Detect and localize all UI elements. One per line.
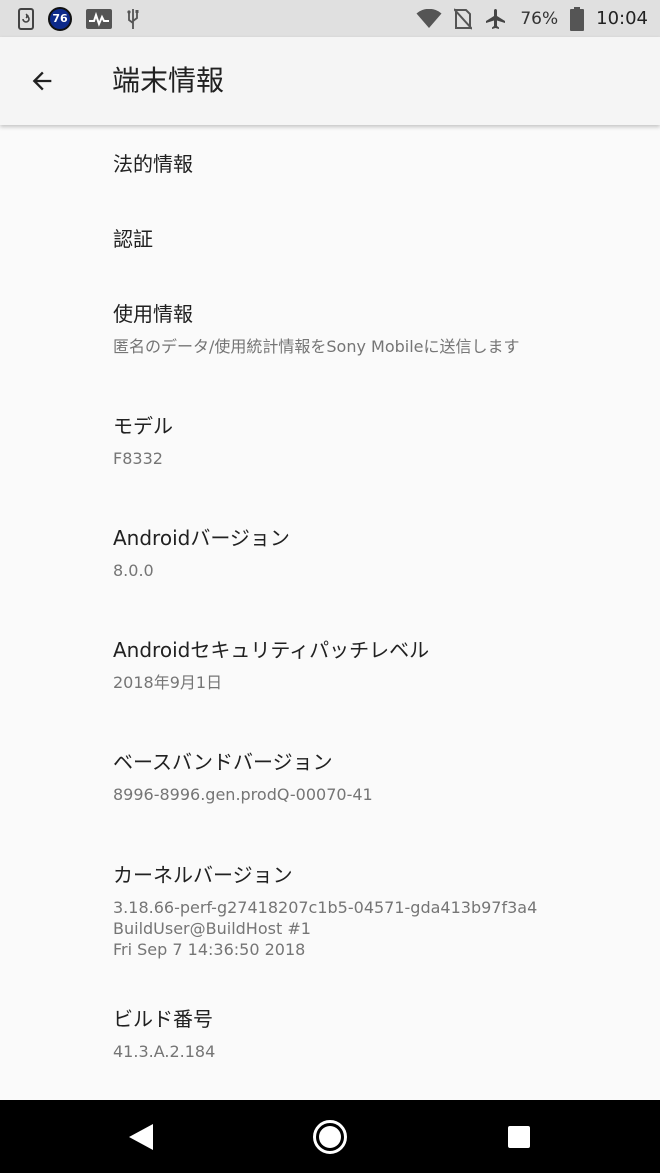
list-item-title: モデル (113, 414, 173, 438)
list-item-security-patch[interactable]: Androidセキュリティパッチレベル 2018年9月1日 (113, 637, 640, 693)
page-title: 端末情報 (112, 64, 225, 97)
list-item-summary: 匿名のデータ/使用統計情報をSony Mobileに送信します (113, 337, 520, 356)
kernel-build-date-line: Fri Sep 7 14:36:50 2018 (113, 940, 306, 959)
notification-badge-icon: 76 (48, 6, 72, 31)
arrow-back-icon (28, 67, 56, 95)
nav-recents-button[interactable] (479, 1100, 559, 1173)
no-sim-icon (454, 7, 473, 30)
nav-back-button[interactable] (101, 1100, 181, 1173)
list-item-summary: 8.0.0 (113, 561, 154, 580)
back-button[interactable] (18, 57, 66, 105)
nav-home-icon (312, 1119, 348, 1155)
clock: 10:04 (596, 8, 648, 29)
list-item-certification[interactable]: 認証 (113, 226, 640, 252)
list-item-build-number[interactable]: ビルド番号 41.3.A.2.184 (113, 1006, 640, 1062)
wifi-icon (416, 8, 442, 29)
list-item-summary: 2018年9月1日 (113, 673, 223, 692)
airplane-icon (484, 7, 508, 31)
nav-home-button[interactable] (290, 1100, 370, 1173)
nav-back-icon (127, 1122, 155, 1152)
settings-list: 法的情報 認証 使用情報 匿名のデータ/使用統計情報をSony Mobileに送… (0, 125, 660, 1100)
list-item-usage-info[interactable]: 使用情報 匿名のデータ/使用統計情報をSony Mobileに送信します (113, 301, 640, 357)
list-item-summary: 8996-8996.gen.prodQ-00070-41 (113, 785, 373, 804)
battery-icon (570, 6, 585, 31)
list-item-legal-info[interactable]: 法的情報 (113, 151, 640, 177)
list-item-android-version[interactable]: Androidバージョン 8.0.0 (113, 525, 640, 581)
list-item-summary: F8332 (113, 449, 163, 468)
status-bar: 76 76% 10:04 (0, 0, 660, 37)
kernel-version-line: 3.18.66-perf-g27418207c1b5-04571-gda413b… (113, 898, 538, 917)
app-bar: 端末情報 (0, 37, 660, 125)
list-item-title: カーネルバージョン (113, 863, 293, 887)
list-item-summary: 41.3.A.2.184 (113, 1042, 216, 1061)
list-item-title: 法的情報 (113, 152, 193, 176)
sync-icon (18, 7, 34, 30)
list-item-title: 使用情報 (113, 302, 193, 326)
battery-percent: 76% (520, 8, 559, 29)
list-item-title: ベースバンドバージョン (113, 750, 333, 774)
nav-recents-icon (507, 1125, 531, 1149)
list-item-model[interactable]: モデル F8332 (113, 413, 640, 469)
list-item-title: Androidセキュリティパッチレベル (113, 638, 430, 662)
activity-icon (86, 8, 112, 29)
list-item-title: Androidバージョン (113, 526, 290, 550)
list-item-kernel-version[interactable]: カーネルバージョン 3.18.66-perf-g27418207c1b5-045… (113, 862, 640, 960)
kernel-build-user-line: BuildUser@BuildHost #1 (113, 919, 311, 938)
usb-icon (126, 8, 140, 30)
navigation-bar (0, 1100, 660, 1173)
list-item-title: 認証 (113, 227, 153, 251)
list-item-baseband-version[interactable]: ベースバンドバージョン 8996-8996.gen.prodQ-00070-41 (113, 749, 640, 805)
list-item-title: ビルド番号 (113, 1007, 213, 1031)
list-item-summary: 3.18.66-perf-g27418207c1b5-04571-gda413b… (113, 897, 640, 960)
